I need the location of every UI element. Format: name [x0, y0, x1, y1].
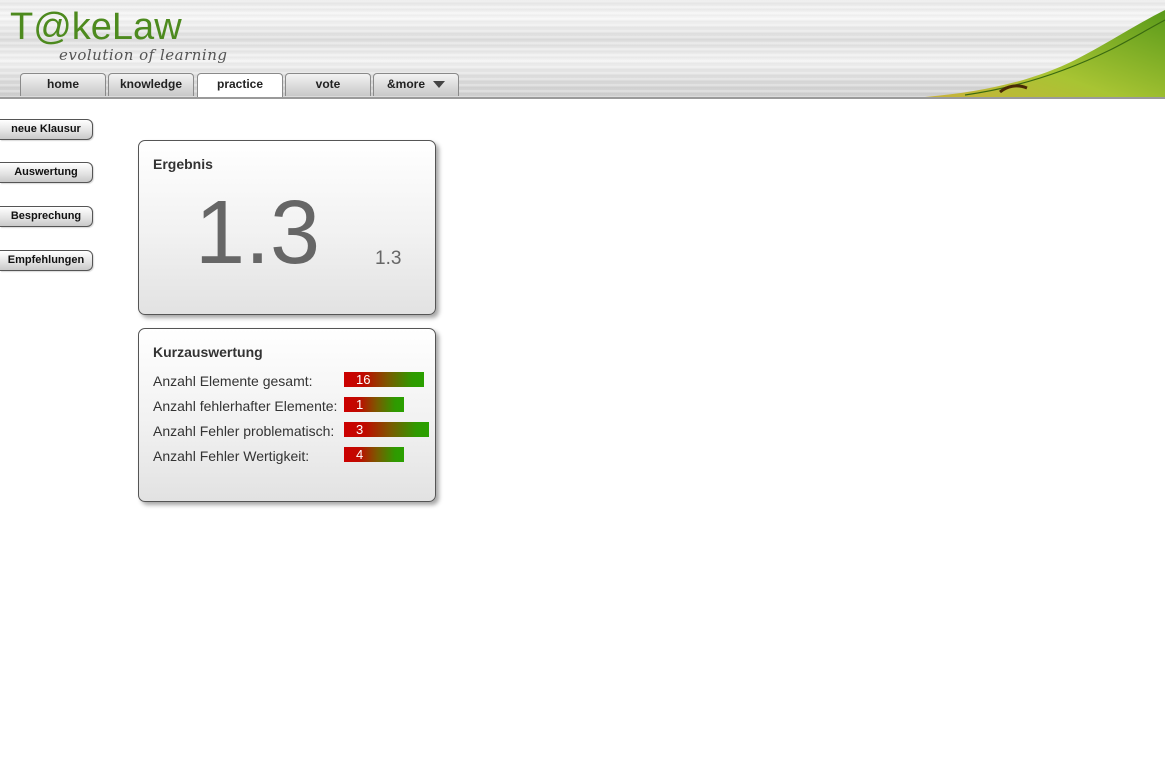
tab-practice[interactable]: practice [197, 73, 283, 97]
stat-label-total: Anzahl Elemente gesamt: [153, 373, 313, 389]
tab-more-label: &more [386, 77, 425, 91]
tab-knowledge[interactable]: knowledge [108, 73, 194, 96]
stat-label-weight: Anzahl Fehler Wertigkeit: [153, 448, 310, 464]
leaf-decoration-icon [925, 10, 1165, 97]
logo-tagline: evolution of learning [59, 46, 228, 64]
new-exam-button[interactable]: neue Klausur [0, 119, 93, 140]
site-header: T@keLaw evolution of learning home knowl… [0, 0, 1165, 99]
stat-label-problematic: Anzahl Fehler problematisch: [153, 423, 335, 439]
stat-value-total: 16 [356, 372, 371, 387]
evaluation-button[interactable]: Auswertung [0, 162, 93, 183]
stat-value-problematic: 3 [356, 422, 364, 437]
stat-bar-total: 16 [344, 372, 424, 387]
recommendations-button[interactable]: Empfehlungen [0, 250, 93, 271]
stat-value-faulty: 1 [356, 397, 364, 412]
grade-small: 1.3 [375, 248, 402, 269]
tab-home[interactable]: home [20, 73, 106, 96]
chevron-down-icon [433, 81, 445, 89]
tab-more[interactable]: &more [373, 73, 459, 96]
result-title: Ergebnis [153, 156, 213, 172]
stat-label-faulty: Anzahl fehlerhafter Elemente: [153, 398, 338, 414]
discussion-button[interactable]: Besprechung [0, 206, 93, 227]
stat-bar-faulty: 1 [344, 397, 404, 412]
result-panel: Ergebnis 1.3 1.3 [138, 140, 436, 315]
stat-value-weight: 4 [356, 447, 364, 462]
stat-bar-weight: 4 [344, 447, 404, 462]
summary-panel: Kurzauswertung Anzahl Elemente gesamt: 1… [138, 328, 436, 502]
tab-vote[interactable]: vote [285, 73, 371, 96]
grade-large: 1.3 [195, 183, 321, 283]
stat-bar-problematic: 3 [344, 422, 429, 437]
summary-title: Kurzauswertung [153, 344, 263, 360]
takelaw-logo[interactable]: T@keLaw [10, 6, 182, 49]
